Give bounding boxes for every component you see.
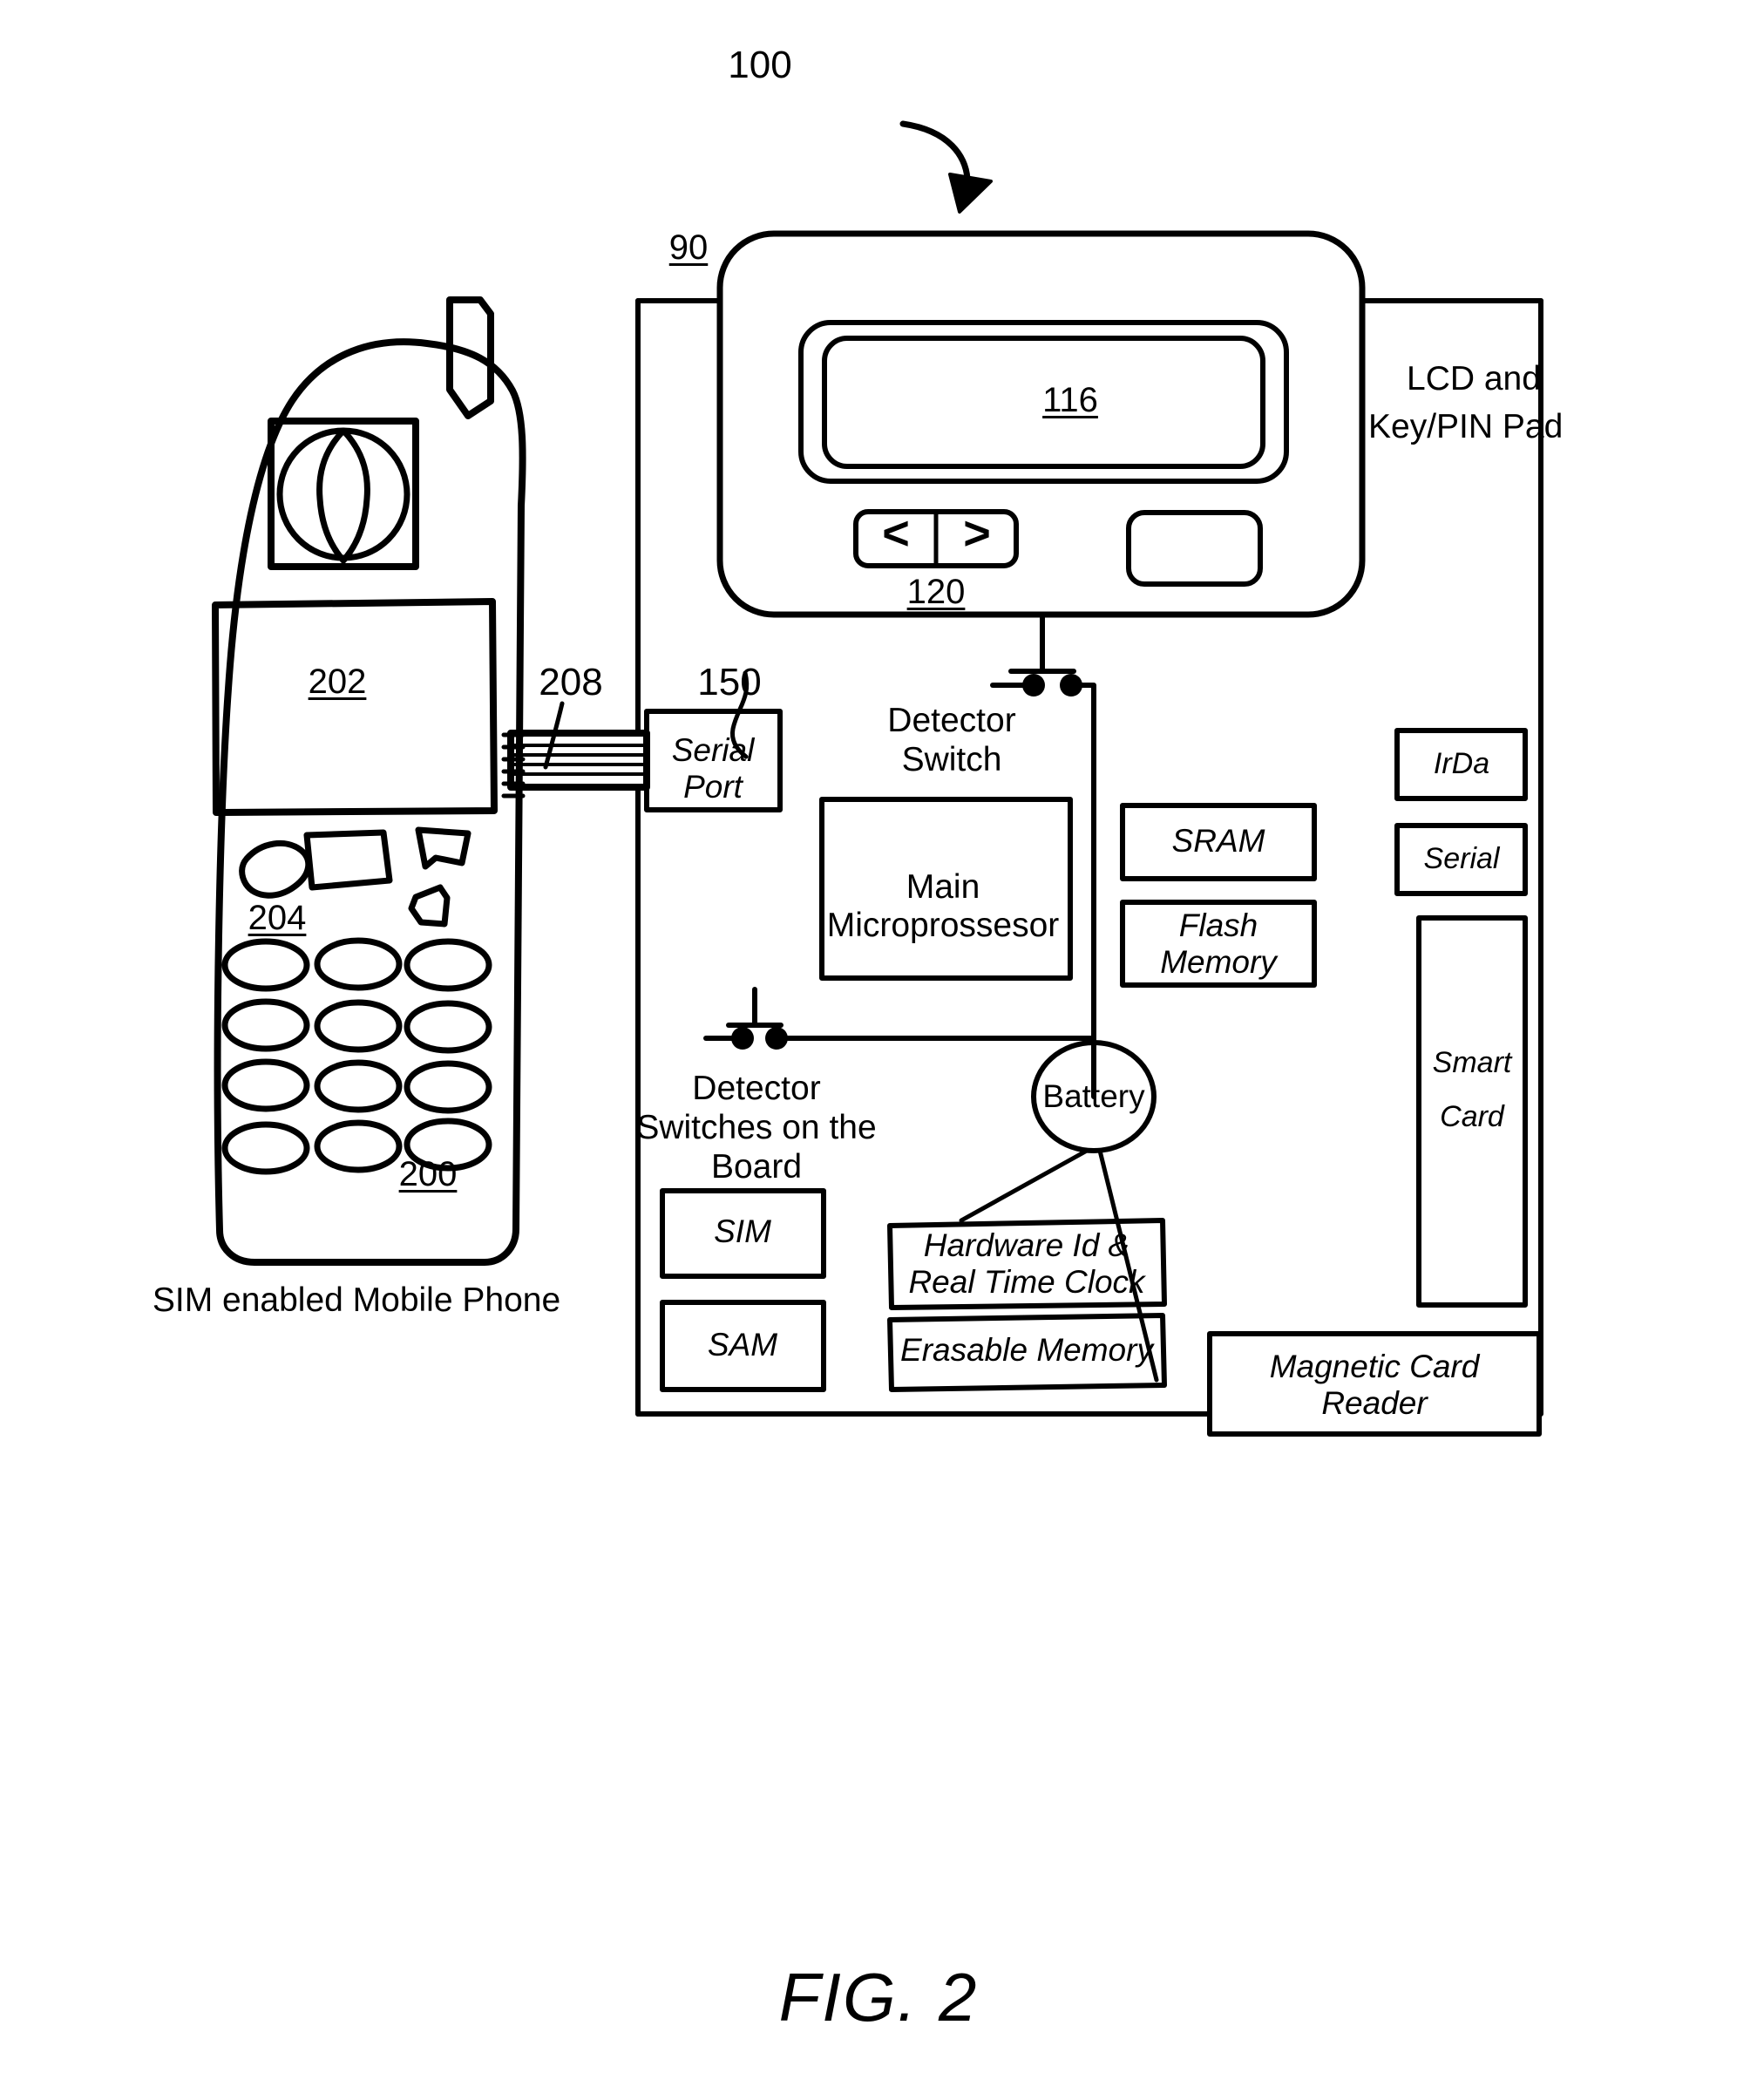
detector-switch-top-label-line2: Switch	[901, 741, 1002, 778]
phone-key	[221, 998, 310, 1052]
phone-key	[404, 1000, 492, 1054]
serial-port-ref-150: 150	[697, 661, 762, 703]
flash-memory-label-line1: Flash	[1178, 907, 1258, 943]
detector-switches-board-label-line3: Board	[710, 1148, 803, 1186]
phone-key	[221, 938, 310, 992]
navkey-right-icon[interactable]: >	[963, 507, 991, 560]
patent-figure-2: 100 90 116 < > 120 LCD and Key/PIN Pad 2…	[0, 0, 1757, 2100]
lcd-keypad-label-line2: Key/PIN Pad	[1368, 408, 1564, 445]
detector-switch-top-lead-right	[1080, 683, 1096, 1099]
phone-key	[404, 938, 492, 992]
detector-switch-top-contact-b	[1060, 674, 1082, 697]
lcd-keypad-panel	[716, 230, 1366, 618]
detector-switch-top-label-line1: Detector	[887, 702, 1016, 739]
magnetic-card-reader-label-line2: Reader	[1321, 1385, 1428, 1421]
phone-keypad-ref-204: 204	[248, 899, 307, 937]
phone-key	[314, 999, 403, 1053]
phone-softkey-right-lower	[408, 884, 451, 928]
function-key	[1126, 510, 1263, 587]
sram-label: SRAM	[1171, 823, 1265, 859]
figure-caption: FIG. 2	[778, 1959, 979, 2035]
phone-key	[221, 1058, 310, 1112]
detector-switch-board-contact-a	[731, 1027, 754, 1050]
phone-softkey-left	[239, 840, 312, 899]
phone-navkey-center	[303, 829, 393, 891]
screen-ref-116: 116	[1042, 381, 1098, 419]
cable-ref-208: 208	[539, 661, 603, 703]
system-ref-100: 100	[728, 44, 792, 86]
system-callout-arrowhead	[948, 173, 993, 214]
detector-switches-board-label-line2: Switches on the	[636, 1109, 877, 1146]
phone-earpiece-circle	[276, 427, 410, 561]
serial-port-label-line2: Port	[683, 769, 743, 805]
main-microprocessor-label-line1: Main	[906, 868, 980, 906]
irda-label: IrDa	[1433, 747, 1490, 780]
navkey-left-icon[interactable]: <	[882, 507, 910, 560]
detector-switch-board-contact-b	[765, 1027, 788, 1050]
detector-switch-top-contact-a	[1022, 674, 1045, 697]
phone-softkey-right-upper	[415, 826, 471, 870]
flash-memory-label-line2: Memory	[1160, 944, 1277, 980]
phone-screen	[212, 598, 498, 816]
phone-earpiece-leaf	[316, 427, 370, 564]
navkeys-ref-120: 120	[906, 573, 966, 611]
battery-label: Battery	[1042, 1078, 1145, 1114]
hardware-id-rtc-label-line1: Hardware Id &	[923, 1227, 1130, 1263]
phone-key	[314, 1119, 403, 1173]
lcd-keypad-label-line1: LCD and	[1407, 360, 1541, 398]
phone-key	[314, 1059, 403, 1113]
serial-label: Serial	[1423, 842, 1500, 875]
erasable-memory-label: Erasable Memory	[900, 1332, 1153, 1368]
enclosure-ref-90: 90	[668, 228, 709, 267]
ribbon-cable-body	[507, 730, 650, 791]
smart-card-label-line2: Card	[1440, 1100, 1504, 1133]
phone-earpiece-frame	[268, 418, 419, 570]
detector-switches-board-label-line1: Detector	[692, 1070, 821, 1107]
phone-key	[404, 1060, 492, 1114]
phone-key	[221, 1121, 310, 1175]
sam-label: SAM	[707, 1327, 778, 1363]
phone-device-ref-200: 200	[398, 1155, 458, 1193]
phone-display-ref-202: 202	[308, 663, 367, 701]
main-microprocessor-label-line2: Microprossesor	[826, 907, 1060, 944]
smart-card-label-line1: Smart	[1432, 1046, 1512, 1079]
battery-lead-hardware-id	[959, 1148, 1089, 1223]
phone-key	[314, 937, 403, 991]
serial-port-label-line1: Serial	[671, 732, 755, 768]
sim-label: SIM	[714, 1213, 771, 1249]
phone-caption: SIM enabled Mobile Phone	[152, 1281, 561, 1319]
hardware-id-rtc-label-line2: Real Time Clock	[908, 1264, 1145, 1300]
magnetic-card-reader-label-line1: Magnetic Card	[1269, 1349, 1480, 1384]
